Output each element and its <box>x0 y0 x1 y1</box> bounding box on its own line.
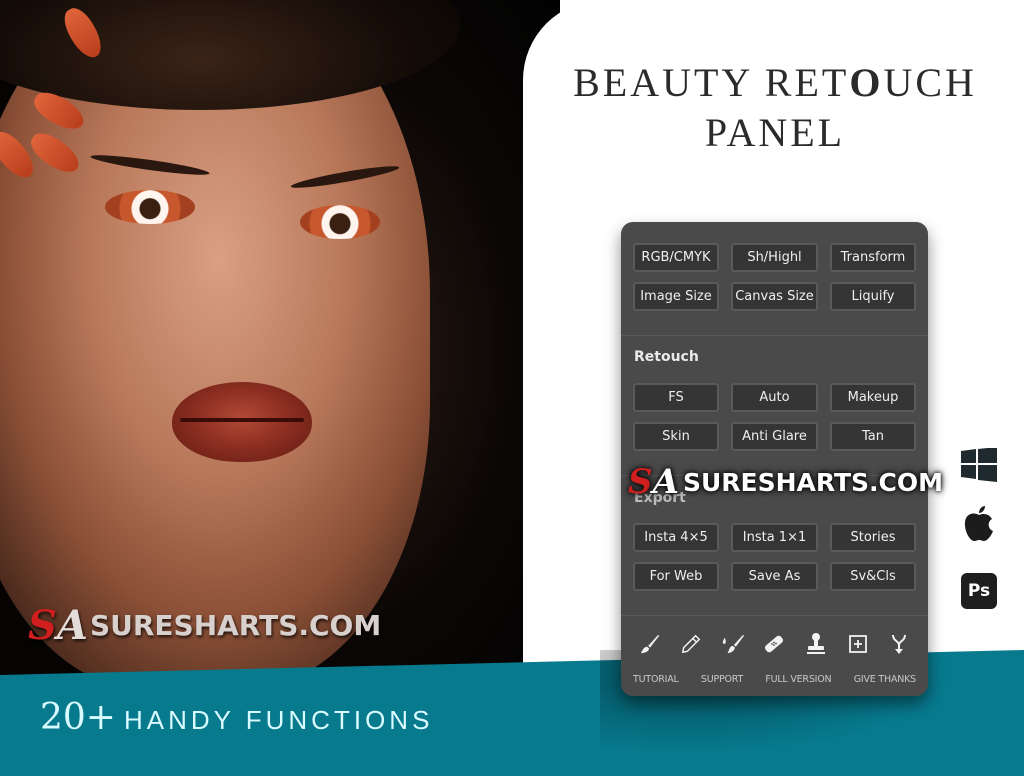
watermark-logo: SA <box>28 602 88 649</box>
title-line2: PANEL <box>704 110 846 155</box>
save-as-button[interactable]: Save As <box>731 562 818 591</box>
shadows-highlights-button[interactable]: Sh/Highl <box>731 243 818 272</box>
pencil-icon[interactable] <box>677 630 705 658</box>
image-size-button[interactable]: Image Size <box>633 282 719 311</box>
tagline: 20+ HANDY FUNCTIONS <box>40 697 433 738</box>
logo-s: S <box>628 462 653 502</box>
brush-icon[interactable] <box>636 630 664 658</box>
save-and-close-button[interactable]: Sv&Cls <box>830 562 916 591</box>
logo-a: A <box>56 602 88 649</box>
photoshop-icon: Ps <box>960 572 998 610</box>
brush-drop-icon[interactable] <box>719 630 747 658</box>
insta-4x5-button[interactable]: Insta 4×5 <box>633 523 719 552</box>
left-eye <box>105 190 195 224</box>
for-web-button[interactable]: For Web <box>633 562 719 591</box>
export-button-grid: Insta 4×5 Insta 1×1 Stories For Web Save… <box>633 523 916 591</box>
hand-nails <box>0 0 120 190</box>
nail <box>25 126 85 180</box>
watermark-text: SURESHARTS.COM <box>89 609 382 642</box>
insta-1x1-button[interactable]: Insta 1×1 <box>731 523 818 552</box>
fork-arrow-icon[interactable] <box>885 630 913 658</box>
retouch-section-label: Retouch <box>634 349 699 365</box>
makeup-button[interactable]: Makeup <box>830 383 916 412</box>
support-link[interactable]: SUPPORT <box>701 674 743 685</box>
windows-icon <box>960 446 998 484</box>
photoshop-label: Ps <box>967 581 991 601</box>
tan-button[interactable]: Tan <box>830 422 916 451</box>
tagline-number: 20+ <box>40 697 116 738</box>
footer-links: TUTORIAL SUPPORT FULL VERSION GIVE THANK… <box>621 674 928 685</box>
apple-icon <box>960 505 998 543</box>
tagline-text: HANDY FUNCTIONS <box>123 705 434 735</box>
give-thanks-link[interactable]: GIVE THANKS <box>854 674 916 685</box>
fs-button[interactable]: FS <box>633 383 719 412</box>
watermark: SA SURESHARTS.COM <box>628 462 943 502</box>
lips <box>172 382 312 462</box>
title-accent-letter: O <box>849 60 884 105</box>
anti-glare-button[interactable]: Anti Glare <box>731 422 818 451</box>
retouch-button-grid: FS Auto Makeup Skin Anti Glare Tan <box>633 383 916 451</box>
logo-s: S <box>28 602 57 649</box>
skin-button[interactable]: Skin <box>633 422 719 451</box>
full-version-link[interactable]: FULL VERSION <box>765 674 831 685</box>
divider <box>621 615 928 616</box>
watermark-logo: SA <box>628 462 679 502</box>
bandage-icon[interactable] <box>760 630 788 658</box>
transform-button[interactable]: Transform <box>830 243 916 272</box>
rgb-cmyk-button[interactable]: RGB/CMYK <box>633 243 719 272</box>
stamp-icon[interactable] <box>802 630 830 658</box>
canvas-size-button[interactable]: Canvas Size <box>731 282 818 311</box>
right-eye <box>300 205 380 239</box>
nail <box>58 3 108 63</box>
stories-button[interactable]: Stories <box>830 523 916 552</box>
divider <box>621 335 928 336</box>
watermark: SA SURESHARTS.COM <box>28 602 381 649</box>
tool-icon-row <box>621 630 928 658</box>
title-part: BEAUTY RET <box>573 60 850 105</box>
top-button-grid: RGB/CMYK Sh/Highl Transform Image Size C… <box>633 243 916 311</box>
page-title: BEAUTY RETOUCH PANEL <box>560 58 990 158</box>
tutorial-link[interactable]: TUTORIAL <box>633 674 679 685</box>
model-photo <box>0 0 560 700</box>
logo-a: A <box>652 462 679 502</box>
title-part: UCH <box>883 60 977 105</box>
watermark-text: SURESHARTS.COM <box>682 467 944 497</box>
retouch-panel: RGB/CMYK Sh/Highl Transform Image Size C… <box>621 222 928 696</box>
plus-square-icon[interactable] <box>844 630 872 658</box>
nail <box>29 86 89 136</box>
auto-button[interactable]: Auto <box>731 383 818 412</box>
liquify-button[interactable]: Liquify <box>830 282 916 311</box>
